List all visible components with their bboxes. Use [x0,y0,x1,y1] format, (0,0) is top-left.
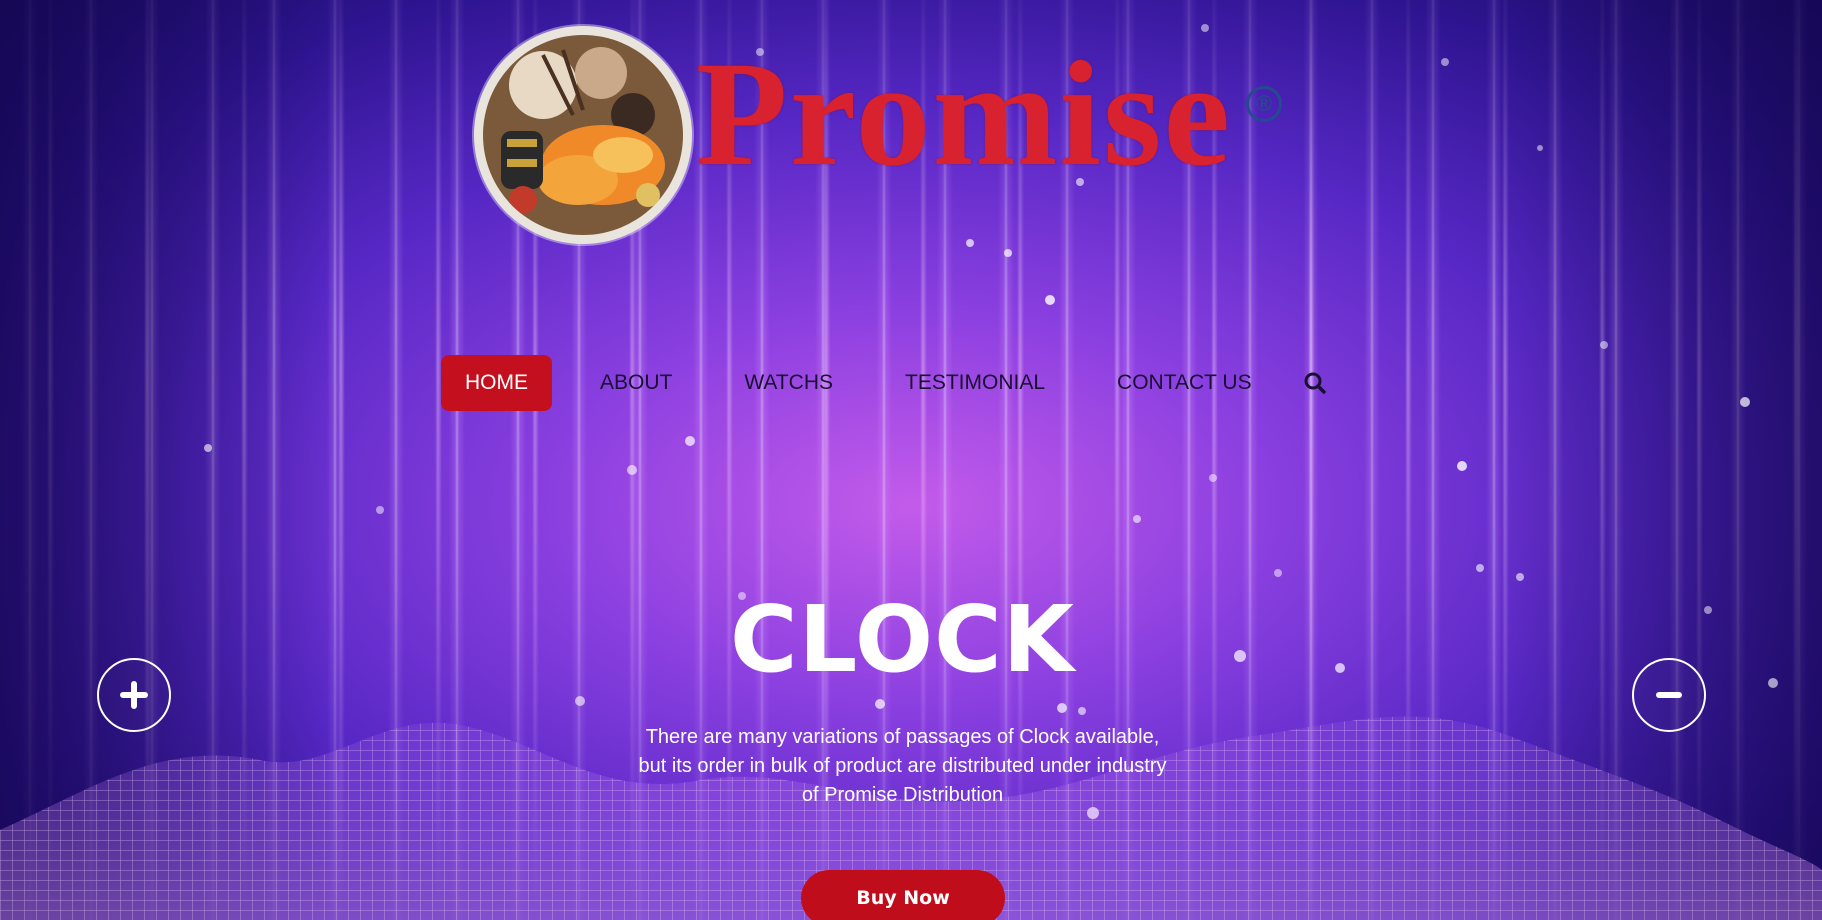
slider-prev-button[interactable] [97,658,171,732]
brand-wordmark: Promise [696,31,1233,197]
logo-emblem [474,26,692,244]
nav-item-home[interactable]: HOME [441,355,552,411]
hero-title: CLOCK [730,586,1075,693]
plus-icon [120,681,148,709]
search-icon[interactable] [1300,355,1330,411]
main-nav: HOME ABOUT WATCHS TESTIMONIAL CONTACT US [441,355,1330,411]
hero-banner: Promise ® HOME ABOUT WATCHS TESTIMONIAL … [0,0,1822,920]
brand-logo[interactable]: Promise ® [474,24,1284,244]
nav-item-testimonial[interactable]: TESTIMONIAL [881,355,1069,411]
buy-now-button[interactable]: Buy Now [801,870,1005,920]
nav-item-contact-us[interactable]: CONTACT US [1093,355,1276,411]
slider-next-button[interactable] [1632,658,1706,732]
registered-mark: ® [1246,86,1282,122]
nav-item-watchs[interactable]: WATCHS [720,355,857,411]
emblem-photo-icon [483,35,683,235]
minus-icon [1656,692,1682,698]
hero-description: There are many variations of passages of… [638,726,1167,806]
nav-item-about[interactable]: ABOUT [576,355,696,411]
